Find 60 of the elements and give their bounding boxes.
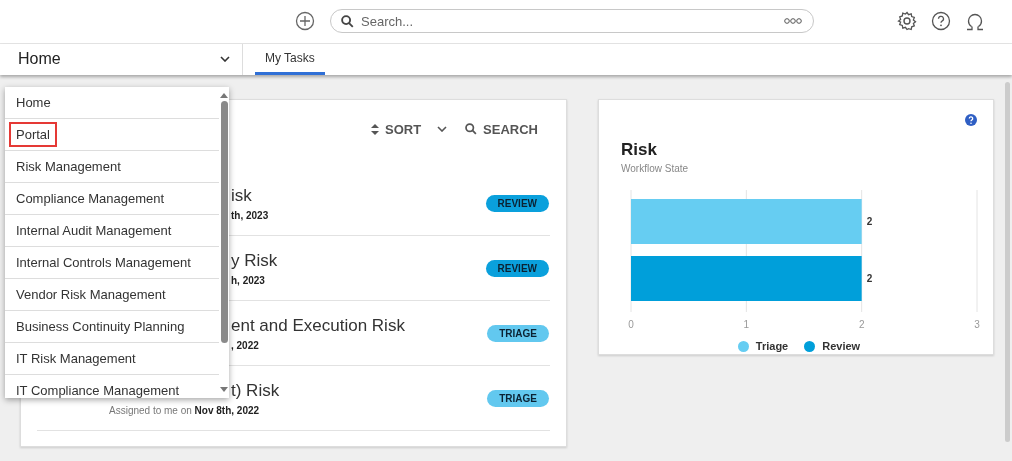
help-icon[interactable] (965, 114, 977, 126)
menu-item[interactable]: Vendor Risk Management (5, 279, 219, 311)
assigned-date: Assigned to me on Nov 8th, 2022 (109, 404, 261, 416)
chart-title: Risk (621, 140, 658, 160)
assigned-date: h, 2023 (231, 274, 266, 286)
menu-item[interactable]: Business Continuity Planning (5, 311, 219, 343)
search-field[interactable]: Search... (330, 9, 814, 33)
menu-item-label: IT Risk Management (15, 350, 137, 368)
status-badge: TRIAGE (487, 324, 549, 342)
menu-item[interactable]: Home (5, 87, 219, 119)
sort-button[interactable]: SORT (370, 121, 448, 137)
menu-item-label: IT Compliance Management (15, 382, 181, 398)
search-icon (465, 123, 478, 135)
task-title[interactable]: ent and Execution Risk (231, 315, 488, 336)
menu-item-label: Portal (11, 124, 55, 145)
task-title[interactable]: t) Risk (231, 380, 488, 401)
more-icon[interactable] (784, 17, 802, 25)
menu-item[interactable]: Portal (5, 119, 219, 151)
menu-item-label: Vendor Risk Management (15, 286, 167, 304)
menu-item[interactable]: Internal Audit Management (5, 215, 219, 247)
bar-value-label: 2 (866, 272, 873, 284)
task-title[interactable]: isk (231, 185, 486, 206)
menu-item-label: Home (15, 94, 52, 112)
menu-item[interactable]: IT Risk Management (5, 343, 219, 375)
menu-item-label: Risk Management (15, 158, 122, 176)
axis-tick-label: 2 (858, 319, 865, 330)
status-badge: TRIAGE (487, 389, 549, 407)
search-button[interactable]: SEARCH (465, 121, 538, 137)
scrollbar-thumb[interactable] (220, 101, 228, 343)
bar-value-label: 2 (866, 215, 873, 227)
menu-item[interactable]: Risk Management (5, 151, 219, 183)
menu-item-label: Internal Audit Management (15, 222, 173, 240)
tab[interactable]: My Tasks (255, 43, 325, 75)
chevron-down-icon (220, 56, 230, 63)
page-scrollbar[interactable] (1005, 82, 1010, 442)
menu-item-label: Internal Controls Management (15, 254, 192, 272)
settings-icon[interactable] (896, 10, 918, 33)
axis-tick-label: 0 (628, 319, 634, 330)
assigned-date: th, 2023 (231, 209, 270, 221)
legend-label: Review (822, 340, 861, 352)
status-badge: REVIEW (485, 259, 549, 277)
workspace-select[interactable]: Home (0, 43, 243, 75)
axis-tick-label: 3 (974, 319, 980, 330)
menu-item[interactable]: IT Compliance Management (5, 375, 219, 398)
menu-item[interactable]: Internal Controls Management (5, 247, 219, 279)
search-icon (341, 15, 354, 28)
status-badge: REVIEW (485, 194, 549, 212)
chart-subtitle: Workflow State (621, 163, 690, 174)
task-title[interactable]: y Risk (231, 250, 486, 271)
add-icon[interactable] (294, 10, 316, 32)
menu-item-label: Compliance Management (15, 190, 166, 208)
axis-tick-label: 1 (743, 319, 750, 330)
legend-label: Triage (755, 340, 789, 352)
menu-item-label: Business Continuity Planning (15, 318, 186, 336)
chevron-down-icon (437, 126, 448, 132)
menu-item[interactable]: Compliance Management (5, 183, 219, 215)
help-icon[interactable] (930, 10, 952, 33)
scroll-down-icon[interactable] (220, 386, 228, 392)
sort-icon (370, 123, 379, 135)
assigned-date: , 2022 (231, 339, 260, 351)
